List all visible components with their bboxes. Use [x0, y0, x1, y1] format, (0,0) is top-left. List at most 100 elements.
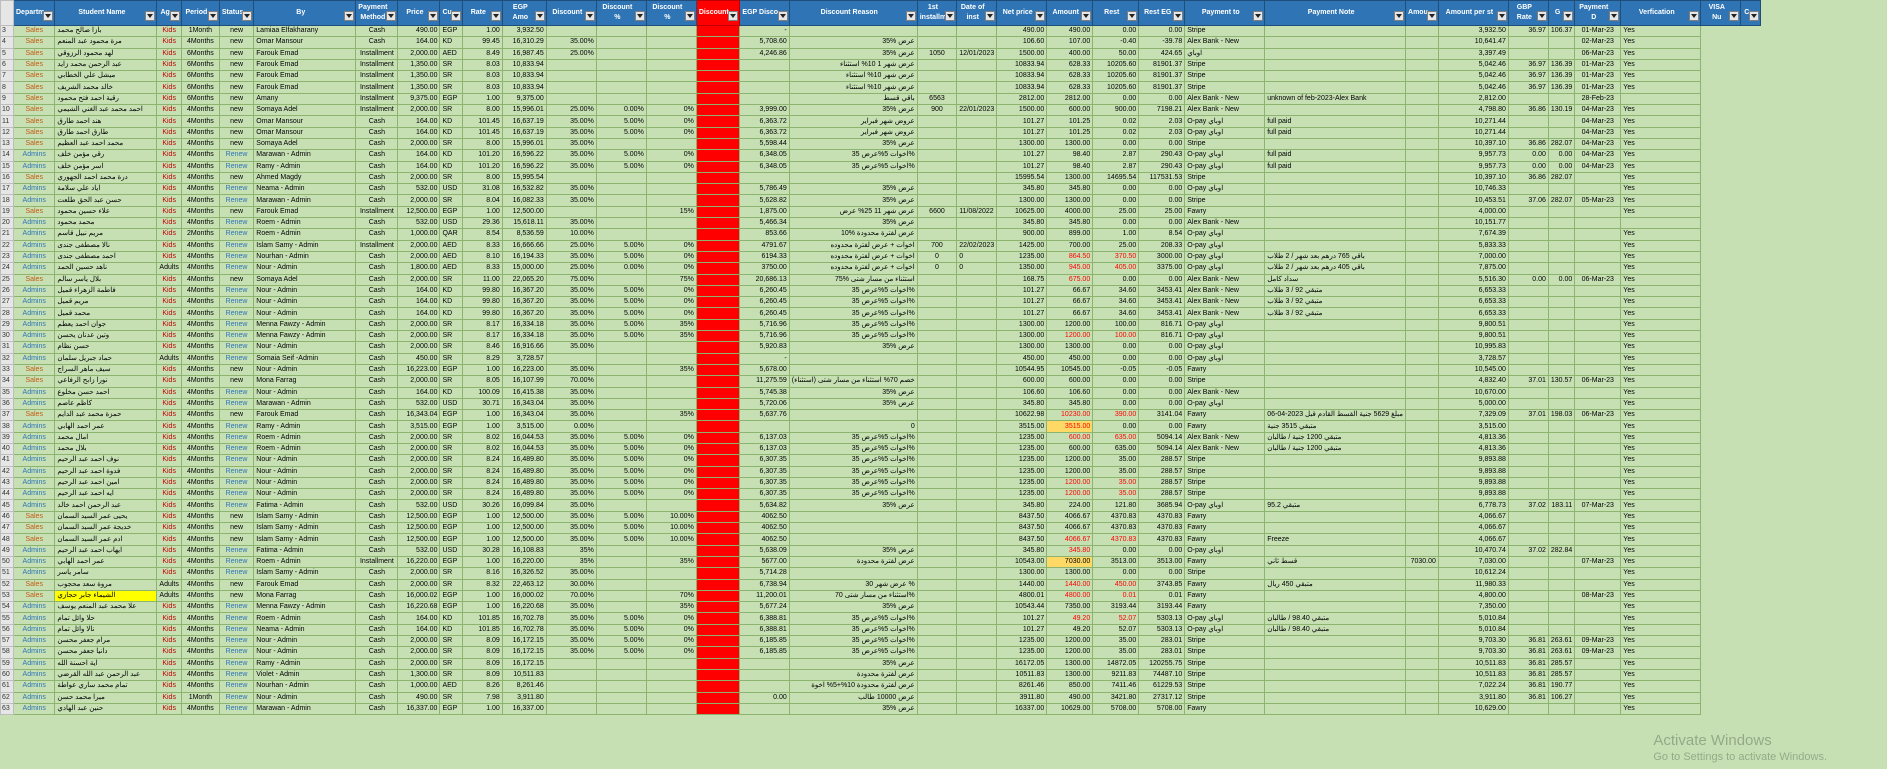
table-cell[interactable]: [545, 691, 597, 704]
table-cell[interactable]: Alex Bank - New: [1184, 284, 1266, 298]
table-cell[interactable]: 5.00%: [595, 160, 647, 173]
table-cell[interactable]: 81901.37: [1138, 81, 1186, 94]
table-cell[interactable]: [1507, 510, 1549, 524]
table-cell[interactable]: [1405, 454, 1439, 467]
column-header[interactable]: Rest EG: [1138, 0, 1186, 26]
table-cell[interactable]: 101.27: [996, 284, 1048, 298]
table-cell[interactable]: Kids: [156, 375, 182, 388]
table-cell[interactable]: 285.57: [1547, 668, 1576, 682]
table-cell[interactable]: 2,000.00: [397, 431, 441, 444]
table-cell[interactable]: سيف ماهر السراج: [54, 363, 158, 377]
table-cell[interactable]: 765.00: [695, 431, 740, 444]
table-cell[interactable]: [738, 668, 790, 682]
table-cell[interactable]: 4Months: [180, 239, 220, 252]
table-cell[interactable]: [1507, 296, 1549, 309]
table-cell[interactable]: سداد كامل: [1264, 273, 1407, 286]
column-header[interactable]: C: [1740, 0, 1762, 26]
table-cell[interactable]: 1300.00: [996, 194, 1048, 207]
table-cell[interactable]: 8.24: [461, 476, 503, 490]
table-cell[interactable]: 35.00%: [545, 476, 597, 490]
table-cell[interactable]: 10,511.83: [1437, 668, 1509, 682]
table-cell[interactable]: 1,800.00: [397, 262, 441, 275]
table-cell[interactable]: 10544.95: [996, 363, 1048, 377]
table-cell[interactable]: 345.80: [996, 544, 1048, 557]
table-cell[interactable]: [595, 702, 647, 716]
table-cell[interactable]: [788, 363, 918, 377]
table-cell[interactable]: 0%: [645, 307, 697, 320]
table-cell[interactable]: 600.00: [996, 375, 1048, 388]
table-cell[interactable]: Lamiaa Elfakharany: [253, 24, 357, 38]
table-cell[interactable]: عمر احمد الهابي: [54, 420, 158, 433]
table-cell[interactable]: 1300.00: [996, 318, 1048, 332]
table-cell[interactable]: Sales: [12, 126, 56, 139]
table-cell[interactable]: -: [738, 352, 790, 365]
table-cell[interactable]: 490.00: [397, 691, 441, 704]
table-cell[interactable]: 1.00: [461, 555, 503, 569]
table-cell[interactable]: 10,833.94: [501, 70, 547, 83]
table-cell[interactable]: [916, 183, 958, 196]
table-cell[interactable]: 16,343.04: [501, 409, 547, 422]
table-cell[interactable]: 5,042.46: [1437, 81, 1509, 94]
table-cell[interactable]: باقي 765 درهم بعد شهر / 2 طلاب: [1264, 250, 1407, 264]
table-cell[interactable]: [1547, 454, 1576, 467]
table-cell[interactable]: Yes: [1620, 284, 1702, 298]
table-cell[interactable]: [1507, 363, 1549, 377]
table-cell[interactable]: [595, 409, 647, 422]
table-cell[interactable]: Cash: [355, 454, 399, 467]
table-cell[interactable]: 4062.50: [738, 510, 790, 524]
table-cell[interactable]: [695, 363, 740, 377]
table-cell[interactable]: 282.07: [1547, 194, 1576, 207]
table-cell[interactable]: 9,893.88: [1437, 488, 1509, 501]
table-cell[interactable]: Admins: [12, 544, 56, 557]
table-cell[interactable]: اخوات 5%عرض 35%: [788, 431, 918, 444]
filter-dropdown-icon[interactable]: [777, 11, 788, 21]
table-cell[interactable]: 08-Mar-23: [1574, 589, 1622, 603]
table-cell[interactable]: Cash: [355, 601, 399, 614]
table-cell[interactable]: 0.00: [1138, 194, 1186, 207]
table-cell[interactable]: Admins: [12, 454, 56, 467]
table-cell[interactable]: [1547, 92, 1576, 106]
table-cell[interactable]: [1264, 352, 1407, 365]
table-cell[interactable]: 5.00%: [595, 476, 647, 490]
table-cell[interactable]: بازا صالح محمد: [54, 24, 158, 38]
table-cell[interactable]: Roem - Admin: [253, 217, 357, 230]
table-cell[interactable]: وتين عدنان يحسن: [54, 330, 158, 343]
table-cell[interactable]: [595, 668, 647, 682]
table-cell[interactable]: Alex Bank - New: [1184, 217, 1266, 230]
table-cell[interactable]: Yes: [1620, 171, 1702, 185]
table-cell[interactable]: [956, 160, 998, 173]
table-cell[interactable]: Yes: [1620, 273, 1702, 286]
table-cell[interactable]: 164.00: [397, 386, 441, 399]
table-cell[interactable]: 4Months: [180, 318, 220, 332]
table-cell[interactable]: 0.00: [1092, 386, 1140, 399]
table-cell[interactable]: 6,653.33: [1437, 284, 1509, 298]
table-cell[interactable]: 208.33: [1138, 239, 1186, 252]
table-cell[interactable]: 3375.00: [1138, 262, 1186, 275]
table-cell[interactable]: 62.73: [695, 623, 740, 637]
table-cell[interactable]: new: [218, 70, 255, 83]
table-cell[interactable]: Kids: [156, 171, 182, 185]
table-cell[interactable]: Fawry: [1184, 533, 1266, 546]
table-cell[interactable]: Installment: [355, 58, 399, 72]
column-header[interactable]: VISA Nu: [1700, 0, 1742, 26]
table-cell[interactable]: 0.00: [1092, 420, 1140, 433]
table-cell[interactable]: Stripe: [1184, 668, 1266, 682]
table-cell[interactable]: 10543.00: [996, 555, 1048, 569]
table-cell[interactable]: 12,500.00: [397, 205, 441, 219]
table-cell[interactable]: 8.09: [461, 646, 503, 659]
table-cell[interactable]: 816.71: [1138, 330, 1186, 343]
table-cell[interactable]: [595, 589, 647, 603]
table-cell[interactable]: اخوات 5%عرض 35%: [788, 488, 918, 501]
table-cell[interactable]: 0%: [645, 115, 697, 128]
table-cell[interactable]: 9211.83: [1092, 668, 1140, 682]
table-cell[interactable]: Mona Farrag: [253, 589, 357, 603]
table-cell[interactable]: 101.27: [996, 126, 1048, 139]
table-cell[interactable]: 66.67: [1046, 296, 1094, 309]
table-cell[interactable]: 4Months: [180, 250, 220, 264]
table-cell[interactable]: 1235.00: [996, 465, 1048, 478]
table-cell[interactable]: Yes: [1620, 691, 1702, 704]
table-cell[interactable]: Admins: [12, 635, 56, 648]
row-number[interactable]: 33: [0, 363, 14, 377]
table-cell[interactable]: Sales: [12, 205, 56, 219]
table-cell[interactable]: 01-Mar-23: [1574, 81, 1622, 94]
